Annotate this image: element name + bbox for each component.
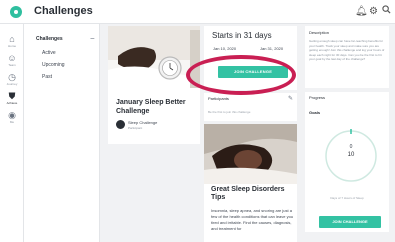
page-title: Challenges xyxy=(34,5,93,17)
users-icon: ☺ xyxy=(7,53,17,63)
bell-icon[interactable]: 🔔︎ xyxy=(355,5,368,19)
participants-card: Participants ✎ Be the first to join this… xyxy=(204,93,297,121)
rail-label: Team xyxy=(8,63,16,67)
subnav-item-active[interactable]: Active xyxy=(42,50,56,56)
rail-label: Achieve xyxy=(6,101,18,105)
pencil-icon[interactable]: ✎ xyxy=(288,95,293,102)
rail-item-me[interactable]: ◉ Me xyxy=(0,110,24,124)
search-icon[interactable] xyxy=(382,5,391,19)
participants-empty-text: Be the first to join this challenge xyxy=(208,110,251,114)
tip-card[interactable]: Great Sleep Disorders Tips Insomnia, sle… xyxy=(204,124,297,242)
goal-caption: Days of 7 Hours of Sleep xyxy=(330,196,364,200)
end-date: Jan 31, 2020 xyxy=(260,46,284,51)
description-title: Description xyxy=(309,30,330,35)
left-rail: ⌂ Home ☺ Team ◷ Journey ⛊ Achieve ◉ Me xyxy=(0,24,24,242)
tip-title: Great Sleep Disorders Tips xyxy=(211,186,285,201)
rail-label: Journey xyxy=(6,82,18,86)
tip-body: Insomnia, sleep apnea, and snoring are j… xyxy=(211,208,294,231)
challenges-subnav: Challenges − Active Upcoming Past xyxy=(24,24,100,242)
clock-icon: ◷ xyxy=(8,72,16,82)
app-window: Challenges 🔔︎ ⚙ ⌂ Home ☺ Team ◷ Journey … xyxy=(0,0,395,242)
top-bar: Challenges 🔔︎ ⚙ xyxy=(0,0,395,24)
goal-target-value: 10 xyxy=(347,152,355,158)
app-logo-icon[interactable] xyxy=(10,6,22,18)
goals-title: Goals xyxy=(309,110,321,115)
person-icon: ◉ xyxy=(8,110,16,120)
gear-icon[interactable]: ⚙ xyxy=(369,5,378,19)
highlight-annotation xyxy=(186,55,296,95)
challenge-card[interactable]: January Sleep Better Challenge Sleep Cha… xyxy=(108,26,200,144)
home-icon: ⌂ xyxy=(9,34,15,44)
host-subtitle: Participant xyxy=(128,126,143,130)
rail-item-achieve[interactable]: ⛊ Achieve xyxy=(0,91,24,105)
shield-icon: ⛊ xyxy=(8,91,16,101)
progress-card: Progress Goals 0 10 Days of 7 Hours of S… xyxy=(305,92,389,232)
rail-label: Home xyxy=(7,44,16,48)
participants-title: Participants xyxy=(208,96,229,101)
tip-hero-image xyxy=(204,124,297,184)
description-card: Description Getting enough sleep can hav… xyxy=(305,26,389,88)
join-challenge-button-secondary[interactable]: JOIN CHALLENGE xyxy=(319,216,381,228)
subnav-item-upcoming[interactable]: Upcoming xyxy=(42,62,65,68)
subnav-heading[interactable]: Challenges xyxy=(36,36,63,42)
host-name: Sleep Challenge xyxy=(128,120,158,125)
starts-in-text: Starts in 31 days xyxy=(212,31,272,40)
description-body: Getting enough sleep can have far-reachi… xyxy=(309,39,385,62)
subnav-item-past[interactable]: Past xyxy=(42,74,52,80)
start-date: Jan 10, 2020 xyxy=(213,46,237,51)
collapse-icon[interactable]: − xyxy=(90,34,95,43)
rail-item-team[interactable]: ☺ Team xyxy=(0,53,24,67)
progress-title: Progress xyxy=(309,95,326,100)
rail-label: Me xyxy=(9,120,15,124)
goal-progress-ring: 0 10 xyxy=(321,126,381,186)
goal-current-value: 0 xyxy=(349,144,353,150)
rail-item-home[interactable]: ⌂ Home xyxy=(0,34,24,48)
challenge-title: January Sleep Better Challenge xyxy=(116,99,186,115)
host-avatar xyxy=(116,120,125,129)
rail-item-journey[interactable]: ◷ Journey xyxy=(0,72,24,86)
